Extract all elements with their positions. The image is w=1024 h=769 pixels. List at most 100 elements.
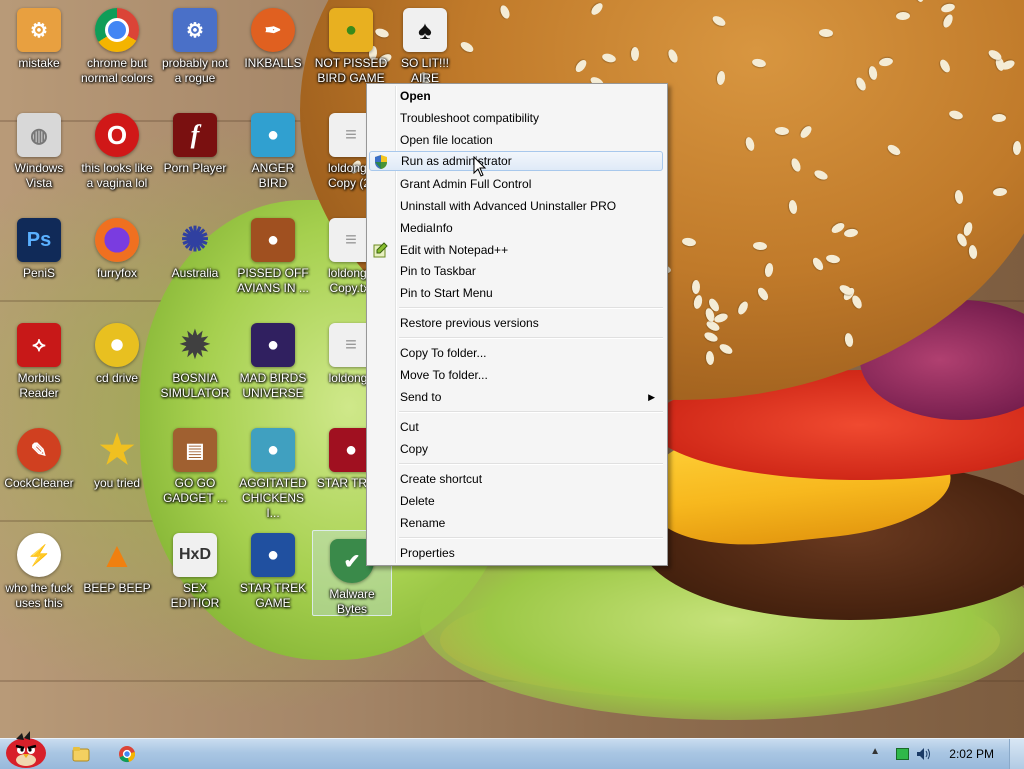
menu-separator bbox=[399, 537, 663, 539]
wallpaper-sesame-seed bbox=[764, 262, 775, 278]
wallpaper-sesame-seed bbox=[600, 52, 617, 64]
wallpaper-sesame-seed bbox=[992, 187, 1008, 197]
context-menu[interactable]: Open Troubleshoot compatibility Open fil… bbox=[366, 83, 668, 566]
menu-item-send-to[interactable]: Send to ▶ bbox=[369, 387, 663, 407]
menu-item-mediainfo[interactable]: MediaInfo bbox=[369, 218, 663, 238]
menu-item-move-to-folder[interactable]: Move To folder... bbox=[369, 365, 663, 385]
menu-item-delete[interactable]: Delete bbox=[369, 491, 663, 511]
desktop-icon-you-tried[interactable]: ★ you tried bbox=[78, 420, 156, 520]
inkball-icon: ✒ bbox=[251, 8, 295, 52]
mine-icon: ✹ bbox=[179, 324, 211, 365]
show-hidden-icons-arrow-icon[interactable]: ▲ bbox=[870, 746, 880, 757]
wallpaper-sesame-seed bbox=[854, 75, 869, 93]
wallpaper-sesame-seed bbox=[843, 332, 855, 349]
wallpaper-sesame-seed bbox=[1012, 141, 1022, 156]
menu-item-run-as-administrator[interactable]: Run as administrator bbox=[369, 151, 663, 171]
menu-item-uninstall-advanced-uninstaller[interactable]: Uninstall with Advanced Uninstaller PRO bbox=[369, 196, 663, 216]
desktop-icon-opera[interactable]: O this looks like a vagina lol bbox=[78, 105, 156, 205]
desktop-icon-penis[interactable]: Ps PeniS bbox=[0, 210, 78, 310]
wallpaper-sesame-seed bbox=[850, 293, 864, 310]
wallpaper-sesame-seed bbox=[666, 47, 680, 64]
angry-birds-star-wars-icon: ● bbox=[251, 533, 295, 577]
desktop-icon-windows-vista[interactable]: ◍ Windows Vista bbox=[0, 105, 78, 205]
menu-item-properties[interactable]: Properties bbox=[369, 543, 663, 563]
desktop-icon-inkballs[interactable]: ✒ INKBALLS bbox=[234, 0, 312, 100]
desktop-icon-chrome[interactable]: chrome but normal colors bbox=[78, 0, 156, 100]
menu-item-create-shortcut[interactable]: Create shortcut bbox=[369, 469, 663, 489]
desktop-icon-go-go-gadget[interactable]: ▤ GO GO GADGET ... bbox=[156, 420, 234, 520]
menu-item-rename[interactable]: Rename bbox=[369, 513, 663, 533]
wallpaper-sesame-seed bbox=[867, 65, 879, 81]
taskbar-clock[interactable]: 2:02 PM bbox=[949, 747, 994, 761]
menu-item-troubleshoot-compatibility[interactable]: Troubleshoot compatibility bbox=[369, 108, 663, 128]
wallpaper-sesame-seed bbox=[937, 57, 952, 74]
solitaire-card-icon: ♠ bbox=[403, 8, 447, 52]
wallpaper-sesame-seed bbox=[752, 241, 768, 251]
desktop-icon-australia[interactable]: ✺ Australia bbox=[156, 210, 234, 310]
desktop-icon-star-trek-game[interactable]: ● STAR TREK GAME bbox=[234, 525, 312, 625]
taskbar-chrome-icon[interactable] bbox=[116, 743, 138, 765]
wallpaper-sesame-seed bbox=[818, 28, 834, 38]
taskbar-explorer-folder-icon[interactable] bbox=[70, 743, 92, 765]
menu-item-grant-admin-full-control[interactable]: Grant Admin Full Control bbox=[369, 174, 663, 194]
desktop-icon-pissed-off-avians[interactable]: ● PISSED OFF AVIANS IN ... bbox=[234, 210, 312, 310]
show-desktop-button[interactable] bbox=[1009, 739, 1024, 769]
wallpaper-sesame-seed bbox=[718, 342, 735, 357]
wallpaper-sesame-seed bbox=[789, 156, 803, 173]
desktop-icon-aggitated-chickens[interactable]: ● AGGITATED CHICKENS I... bbox=[234, 420, 312, 520]
wallpaper-sesame-seed bbox=[810, 256, 826, 273]
angry-birds-seasons-icon: ● bbox=[251, 218, 295, 262]
menu-item-edit-with-notepad-plus-plus[interactable]: Edit with Notepad++ bbox=[369, 240, 663, 260]
menu-item-open[interactable]: Open bbox=[369, 86, 663, 106]
wallpaper-sesame-seed bbox=[703, 330, 720, 344]
uac-shield-icon bbox=[375, 155, 387, 169]
menu-item-cut[interactable]: Cut bbox=[369, 417, 663, 437]
desktop-icon-furryfox[interactable]: furryfox bbox=[78, 210, 156, 310]
angry-birds-rio-icon: ● bbox=[251, 428, 295, 472]
wallpaper-sesame-seed bbox=[743, 136, 756, 153]
opera-icon: O bbox=[95, 113, 139, 157]
briefcase-icon: ▤ bbox=[173, 428, 217, 472]
desktop-icon-beep-beep[interactable]: ▲ BEEP BEEP bbox=[78, 525, 156, 625]
wallpaper-sesame-seed bbox=[589, 1, 605, 17]
volume-icon[interactable] bbox=[916, 747, 932, 761]
desktop-icon-anger-bird[interactable]: ● ANGER BIRD bbox=[234, 105, 312, 205]
desktop-icon-mad-birds-universe[interactable]: ● MAD BIRDS UNIVERSE bbox=[234, 315, 312, 415]
flash-icon: f bbox=[173, 113, 217, 157]
desktop-icon-probably-not-a-rogue[interactable]: ⚙ probably not a rogue bbox=[156, 0, 234, 100]
desktop-icon-porn-player[interactable]: f Porn Player bbox=[156, 105, 234, 205]
wallpaper-sesame-seed bbox=[941, 12, 955, 29]
menu-separator bbox=[399, 411, 663, 413]
submenu-arrow-icon: ▶ bbox=[648, 392, 655, 402]
bad-piggies-icon: ● bbox=[329, 8, 373, 52]
menu-item-copy-to-folder[interactable]: Copy To folder... bbox=[369, 343, 663, 363]
wallpaper-sesame-seed bbox=[940, 2, 956, 14]
desktop-icon-morbius-reader[interactable]: ⟡ Morbius Reader bbox=[0, 315, 78, 415]
monitor-gears-icon: ⚙ bbox=[173, 8, 217, 52]
menu-item-pin-to-start-menu[interactable]: Pin to Start Menu bbox=[369, 283, 663, 303]
wallpaper-sesame-seed bbox=[825, 253, 841, 264]
wallpaper-sesame-seed bbox=[710, 14, 727, 28]
wallpaper-sesame-seed bbox=[751, 57, 767, 69]
desktop-icon-mistake[interactable]: ⚙ mistake bbox=[0, 0, 78, 100]
mouse-cursor-icon bbox=[473, 156, 487, 177]
menu-item-copy[interactable]: Copy bbox=[369, 439, 663, 459]
spider-icon: ✺ bbox=[180, 221, 210, 259]
desktop-icon-who-uses-this[interactable]: ⚡ who the fuck uses this bbox=[0, 525, 78, 625]
desktop-icon-cd-drive[interactable]: cd drive bbox=[78, 315, 156, 415]
cd-icon bbox=[95, 323, 139, 367]
menu-item-pin-to-taskbar[interactable]: Pin to Taskbar bbox=[369, 261, 663, 281]
wallpaper-sesame-seed bbox=[692, 293, 704, 310]
start-button-angry-bird-icon[interactable] bbox=[2, 731, 50, 769]
wallpaper-sesame-seed bbox=[991, 114, 1006, 123]
program-icon: ⚙ bbox=[17, 8, 61, 52]
desktop-icon-bosnia-simulator[interactable]: ✹ BOSNIA SIMULATOR bbox=[156, 315, 234, 415]
desktop-icon-cockcleaner[interactable]: ✎ CockCleaner bbox=[0, 420, 78, 520]
desktop-icon-sex-editior[interactable]: HxD SEX EDITIOR bbox=[156, 525, 234, 625]
battery-tray-icon[interactable] bbox=[896, 748, 910, 760]
menu-item-restore-previous-versions[interactable]: Restore previous versions bbox=[369, 313, 663, 333]
wallpaper-sesame-seed bbox=[705, 350, 715, 366]
menu-item-open-file-location[interactable]: Open file location bbox=[369, 130, 663, 150]
wallpaper-sesame-seed bbox=[691, 279, 700, 295]
menu-separator bbox=[399, 307, 663, 309]
